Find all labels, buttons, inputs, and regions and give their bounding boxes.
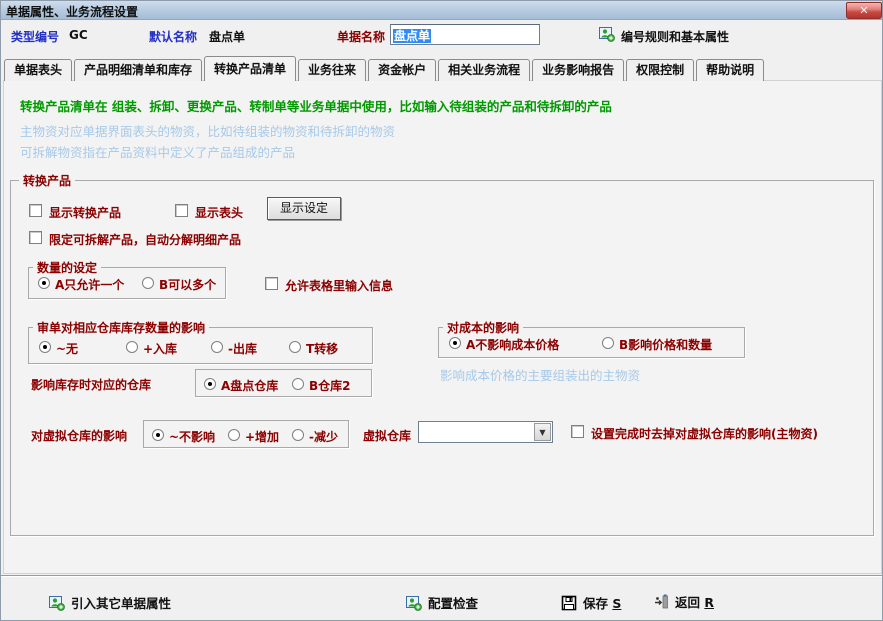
tab-bar: 单据表头 产品明细清单和库存 转换产品清单 业务往来 资金帐户 相关业务流程 业… (4, 56, 766, 81)
quantity-setting-group: 数量的设定 A只允许一个 B可以多个 (28, 267, 226, 299)
show-convert-product-label[interactable]: 显示转换产品 (49, 204, 121, 221)
save-label: 保存 S (583, 593, 621, 612)
description-green: 转换产品清单在 组装、拆卸、更换产品、转制单等业务单据中使用，比如输入待组装的产… (20, 96, 612, 115)
type-code-label: 类型编号 (11, 28, 59, 45)
save-button[interactable]: 保存 S (561, 593, 621, 612)
chevron-down-icon[interactable]: ▼ (534, 423, 551, 441)
description-note-2: 可拆解物资指在产品资料中定义了产品组成的产品 (20, 142, 295, 161)
virtual-warehouse-combobox[interactable]: ▼ (418, 421, 553, 443)
stock-in-label[interactable]: +入库 (143, 340, 177, 357)
stock-warehouse-group: A盘点仓库 B仓库2 (195, 369, 372, 397)
virtual-increase-label[interactable]: +增加 (245, 428, 279, 445)
tab-business-contacts[interactable]: 业务往来 (298, 59, 366, 81)
stock-out-radio[interactable] (211, 341, 223, 353)
type-code-value: GC (69, 28, 88, 42)
doc-name-input[interactable]: 盘点单 (390, 24, 540, 45)
cost-impact-both-radio[interactable] (602, 337, 614, 349)
footer-toolbar: 引入其它单据属性 配置检查 (1, 577, 883, 621)
cost-impact-title: 对成本的影响 (443, 319, 523, 336)
user-card-plus-icon (599, 26, 615, 42)
allow-table-input-checkbox[interactable] (265, 277, 278, 290)
virtual-none-radio[interactable] (152, 429, 164, 441)
warehouse-a-radio[interactable] (204, 378, 216, 390)
cost-impact-note: 影响成本价格的主要组装出的主物资 (440, 365, 640, 384)
remove-virtual-impact-label[interactable]: 设置完成时去掉对虚拟仓库的影响(主物资) (591, 425, 818, 442)
stock-none-label[interactable]: ~无 (56, 340, 78, 357)
title-bar[interactable]: 单据属性、业务流程设置 ✕ (1, 1, 883, 20)
default-name-label: 默认名称 (149, 28, 197, 45)
tab-convert-product-list[interactable]: 转换产品清单 (204, 56, 296, 81)
stock-warehouse-label: 影响库存时对应的仓库 (31, 376, 151, 393)
doc-name-selected-text: 盘点单 (393, 29, 431, 43)
cost-impact-group: 对成本的影响 A不影响成本价格 B影响价格和数量 (438, 327, 745, 358)
description-note-1: 主物资对应单据界面表头的物资，比如待组装的物资和待拆卸的物资 (20, 121, 395, 140)
stock-out-label[interactable]: -出库 (228, 340, 257, 357)
header-strip: 类型编号 GC 默认名称 盘点单 单据名称 盘点单 编号规则和基本属性 (1, 20, 883, 56)
quantity-multiple-radio[interactable] (142, 277, 154, 289)
import-other-doc-props-label: 引入其它单据属性 (71, 593, 171, 612)
virtual-decrease-radio[interactable] (292, 429, 304, 441)
convert-product-group: 转换产品 显示转换产品 显示表头 显示设定 限定可拆解产品，自动分解明细产品 数… (10, 180, 874, 536)
config-check-button[interactable]: 配置检查 (406, 593, 478, 612)
stock-impact-title: 审单对相应仓库库存数量的影响 (33, 319, 209, 336)
floppy-disk-icon (561, 595, 577, 611)
virtual-warehouse-label: 虚拟仓库 (363, 427, 411, 444)
show-header-checkbox[interactable] (175, 204, 188, 217)
close-button[interactable]: ✕ (846, 2, 882, 19)
tab-page-convert-product: 转换产品清单在 组装、拆卸、更换产品、转制单等业务单据中使用，比如输入待组装的产… (3, 80, 882, 574)
stock-transfer-radio[interactable] (289, 341, 301, 353)
return-label: 返回 R (675, 592, 714, 611)
virtual-decrease-label[interactable]: -减少 (309, 428, 338, 445)
show-header-label[interactable]: 显示表头 (195, 204, 243, 221)
virtual-impact-group: ~不影响 +增加 -减少 (143, 420, 349, 448)
stock-in-radio[interactable] (126, 341, 138, 353)
warehouse-a-label[interactable]: A盘点仓库 (221, 377, 278, 394)
exit-door-icon (653, 594, 669, 610)
config-check-label: 配置检查 (428, 593, 478, 612)
cost-no-impact-label[interactable]: A不影响成本价格 (466, 336, 559, 353)
tab-fund-accounts[interactable]: 资金帐户 (368, 59, 436, 81)
virtual-impact-label: 对虚拟仓库的影响 (31, 427, 127, 444)
tab-product-detail-stock[interactable]: 产品明细清单和库存 (74, 59, 202, 81)
cost-impact-both-label[interactable]: B影响价格和数量 (619, 336, 712, 353)
user-card-plus-icon (49, 595, 65, 611)
user-card-plus-icon (406, 595, 422, 611)
return-button[interactable]: 返回 R (653, 592, 714, 611)
virtual-none-label[interactable]: ~不影响 (169, 428, 215, 445)
tab-help[interactable]: 帮助说明 (696, 59, 764, 81)
tab-related-workflow[interactable]: 相关业务流程 (438, 59, 530, 81)
default-name-value: 盘点单 (209, 28, 245, 45)
quantity-only-one-label[interactable]: A只允许一个 (55, 276, 124, 293)
cost-no-impact-radio[interactable] (449, 337, 461, 349)
dialog-window: 单据属性、业务流程设置 ✕ 类型编号 GC 默认名称 盘点单 单据名称 盘点单 … (0, 0, 883, 621)
virtual-increase-radio[interactable] (228, 429, 240, 441)
stock-transfer-label[interactable]: T转移 (306, 340, 338, 357)
show-convert-product-checkbox[interactable] (29, 204, 42, 217)
stock-impact-group: 审单对相应仓库库存数量的影响 ~无 +入库 -出库 T转移 (28, 327, 373, 364)
quantity-setting-title: 数量的设定 (33, 259, 101, 276)
warehouse-b-label[interactable]: B仓库2 (309, 377, 351, 394)
numbering-rules-link[interactable]: 编号规则和基本属性 (621, 28, 729, 45)
doc-name-label: 单据名称 (337, 28, 385, 45)
tab-doc-header[interactable]: 单据表头 (4, 59, 72, 81)
tab-business-impact-report[interactable]: 业务影响报告 (532, 59, 624, 81)
remove-virtual-impact-checkbox[interactable] (571, 425, 584, 438)
import-other-doc-props-button[interactable]: 引入其它单据属性 (49, 593, 171, 612)
tab-permission-control[interactable]: 权限控制 (626, 59, 694, 81)
limit-decompose-checkbox[interactable] (29, 231, 42, 244)
window-title: 单据属性、业务流程设置 (6, 3, 138, 20)
warehouse-b-radio[interactable] (292, 378, 304, 390)
allow-table-input-label[interactable]: 允许表格里输入信息 (285, 277, 393, 294)
display-settings-button[interactable]: 显示设定 (267, 197, 341, 220)
convert-product-group-title: 转换产品 (19, 172, 75, 189)
quantity-only-one-radio[interactable] (38, 277, 50, 289)
stock-none-radio[interactable] (39, 341, 51, 353)
quantity-multiple-label[interactable]: B可以多个 (159, 276, 216, 293)
limit-decompose-label[interactable]: 限定可拆解产品，自动分解明细产品 (49, 231, 241, 248)
